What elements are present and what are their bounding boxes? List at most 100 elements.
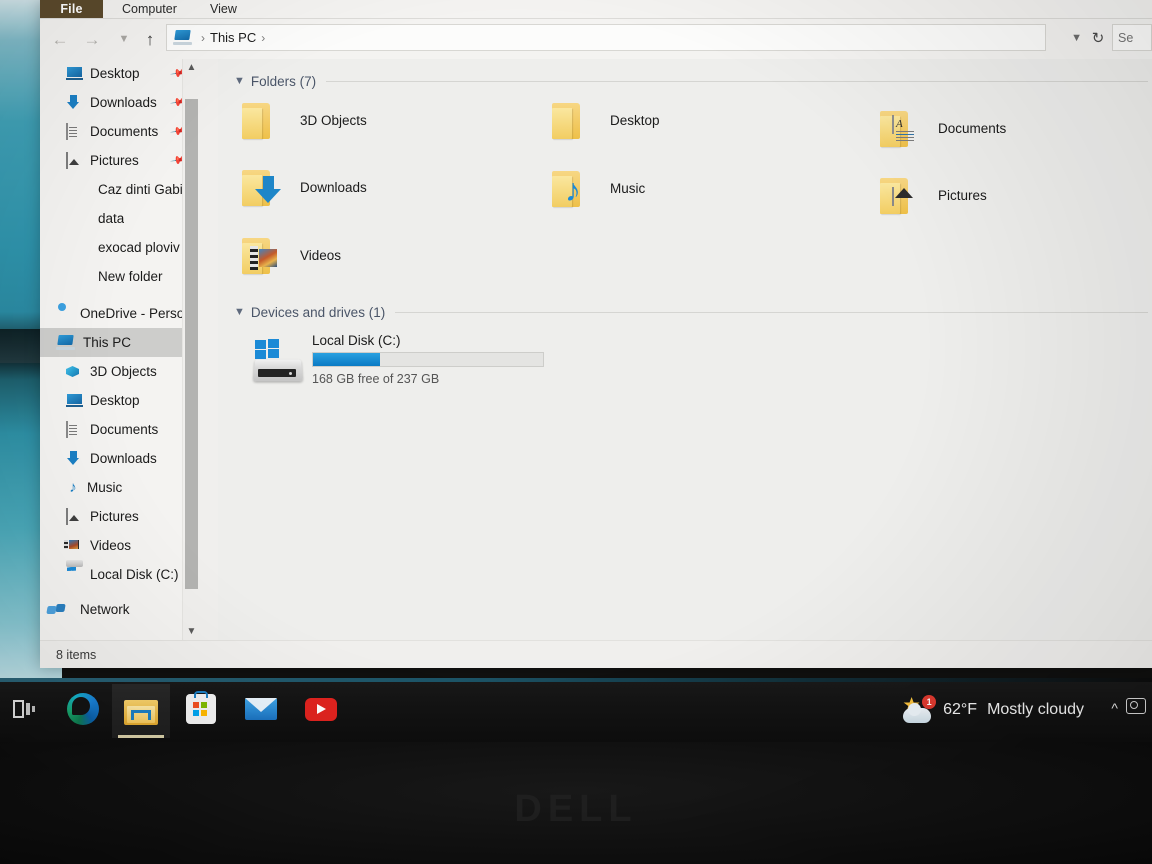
- folder-icon-downloads: [240, 166, 290, 208]
- task-view-icon: [13, 700, 37, 718]
- up-button[interactable]: ↑: [138, 27, 162, 51]
- laptop-screen-photo: File Computer View ← → ▼ ↑ › This PC › ▼…: [0, 0, 1152, 864]
- sidebar-item-caz-dinti-gabi[interactable]: Caz dinti Gabi: [40, 175, 200, 204]
- drive-capacity-bar: [312, 352, 544, 367]
- folder-tile-videos[interactable]: Videos: [240, 234, 341, 276]
- chevron-down-icon[interactable]: ▼: [183, 623, 200, 640]
- search-input-text: Se: [1118, 30, 1134, 45]
- folder-tile-label: Documents: [938, 120, 1007, 136]
- taskbar-weather-widget[interactable]: 1 62°F Mostly cloudy: [901, 692, 1084, 728]
- film-icon: [66, 538, 83, 553]
- folder-tile-desktop[interactable]: Desktop: [550, 99, 660, 141]
- ribbon-tab-computer[interactable]: Computer: [112, 0, 187, 18]
- navigation-pane-scrollbar[interactable]: ▲ ▼: [182, 59, 200, 640]
- sun-cloud-icon: 1: [901, 695, 937, 723]
- forward-button[interactable]: →: [80, 27, 104, 51]
- download-icon: [66, 451, 83, 466]
- microsoft-store-icon: [186, 691, 216, 724]
- chevron-up-icon[interactable]: ▲: [183, 59, 200, 76]
- breadcrumb-separator-1: ›: [201, 30, 205, 45]
- sidebar-item-network[interactable]: Network: [40, 595, 200, 624]
- folder-tile-pictures[interactable]: Pictures: [878, 174, 987, 216]
- recent-locations-button[interactable]: ▼: [112, 27, 136, 51]
- sidebar-item-label: Videos: [90, 538, 132, 553]
- weather-notification-badge: 1: [922, 695, 937, 709]
- sidebar-item-new-folder[interactable]: New folder: [40, 262, 200, 291]
- sidebar-item-downloads[interactable]: Downloads 📌: [40, 88, 200, 117]
- taskbar-button-mail[interactable]: [240, 688, 282, 730]
- document-icon: [66, 123, 83, 140]
- sidebar-item-music[interactable]: ♪ Music: [40, 473, 200, 502]
- camera-icon[interactable]: [1126, 698, 1146, 714]
- group-header-folders[interactable]: ▼ Folders (7): [234, 71, 1152, 91]
- disk-icon: [66, 560, 83, 582]
- sidebar-item-videos[interactable]: Videos: [40, 531, 200, 560]
- taskbar-button-file-explorer[interactable]: [112, 684, 170, 738]
- file-list-pane[interactable]: ▼ Folders (7) 3D Objects Desktop A Docum…: [218, 59, 1152, 640]
- drive-label: Local Disk (C:): [312, 333, 401, 348]
- folder-tile-downloads[interactable]: Downloads: [240, 166, 367, 208]
- sidebar-item-3d-objects[interactable]: 3D Objects: [40, 357, 200, 386]
- laptop-bezel: DELL: [0, 742, 1152, 864]
- breadcrumb-this-pc[interactable]: This PC: [210, 30, 256, 45]
- sidebar-item-label: Desktop: [90, 66, 140, 81]
- status-bar-item-count: 8 items: [56, 647, 97, 662]
- sidebar-item-pictures-pc[interactable]: Pictures: [40, 502, 200, 531]
- folder-icon-3d-objects: [240, 99, 290, 141]
- music-note-icon: ♪: [565, 172, 581, 208]
- document-file-icon: A: [892, 115, 914, 134]
- sidebar-item-label: New folder: [98, 269, 163, 284]
- status-bar: 8 items: [40, 640, 1152, 668]
- cube-icon: [66, 364, 83, 379]
- folder-tile-3d-objects[interactable]: 3D Objects: [240, 99, 367, 141]
- taskbar-button-edge[interactable]: [62, 688, 104, 730]
- sidebar-item-label: Desktop: [90, 393, 140, 408]
- folder-icon-music: ♪: [550, 167, 600, 209]
- address-bar[interactable]: › This PC ›: [166, 24, 1046, 51]
- folder-icon: [74, 211, 91, 226]
- dell-logo: DELL: [514, 788, 638, 830]
- group-header-devices-and-drives[interactable]: ▼ Devices and drives (1): [234, 302, 1152, 322]
- refresh-icon[interactable]: ↻: [1088, 28, 1108, 48]
- sidebar-item-label: This PC: [83, 335, 132, 350]
- folder-tile-label: Downloads: [300, 179, 367, 195]
- task-view-button[interactable]: [4, 688, 46, 730]
- sidebar-item-local-disk-c[interactable]: Local Disk (C:): [40, 560, 200, 589]
- sidebar-item-exocad-ploviv[interactable]: exocad ploviv: [40, 233, 200, 262]
- sidebar-item-desktop-pc[interactable]: Desktop: [40, 386, 200, 415]
- back-button[interactable]: ←: [48, 27, 72, 51]
- taskbar-button-microsoft-store[interactable]: [180, 688, 222, 730]
- ribbon-tab-view[interactable]: View: [200, 0, 247, 18]
- show-hidden-icons-button[interactable]: ^: [1111, 700, 1118, 716]
- sidebar-item-desktop[interactable]: Desktop 📌: [40, 59, 200, 88]
- group-separator: [395, 311, 1148, 313]
- sidebar-item-pictures[interactable]: Pictures 📌: [40, 146, 200, 175]
- sidebar-item-downloads-pc[interactable]: Downloads: [40, 444, 200, 473]
- music-note-icon: ♪: [69, 478, 77, 496]
- sidebar-item-label: Downloads: [90, 451, 157, 466]
- sidebar-item-label: Music: [87, 480, 123, 495]
- chevron-down-icon[interactable]: ▼: [234, 306, 245, 318]
- sidebar-item-onedrive[interactable]: OneDrive - Person: [40, 299, 200, 328]
- sidebar-item-documents[interactable]: Documents 📌: [40, 117, 200, 146]
- drive-tile-local-disk-c[interactable]: Local Disk (C:) 168 GB free of 237 GB: [252, 329, 544, 386]
- ribbon-tab-file[interactable]: File: [40, 0, 103, 18]
- sidebar-item-data[interactable]: data: [40, 204, 200, 233]
- sidebar-item-this-pc[interactable]: This PC: [40, 328, 200, 357]
- taskbar-button-youtube[interactable]: [300, 688, 342, 730]
- sidebar-item-label: Network: [80, 602, 130, 617]
- folder-tile-music[interactable]: ♪ Music: [550, 167, 645, 209]
- group-header-label: Folders (7): [250, 73, 317, 89]
- sidebar-item-documents-pc[interactable]: Documents: [40, 415, 200, 444]
- folder-tile-documents[interactable]: A Documents: [878, 107, 1006, 149]
- breadcrumb-separator-2[interactable]: ›: [261, 31, 265, 45]
- sidebar-item-label: OneDrive - Person: [80, 306, 192, 321]
- picture-icon: [66, 508, 83, 525]
- search-input[interactable]: Se: [1112, 24, 1152, 51]
- scrollbar-thumb[interactable]: [185, 99, 198, 589]
- onedrive-icon: [56, 306, 73, 321]
- folder-icon: [74, 269, 91, 284]
- chevron-down-icon[interactable]: ▼: [1071, 32, 1082, 44]
- sidebar-item-label: Downloads: [90, 95, 157, 110]
- chevron-down-icon[interactable]: ▼: [234, 75, 245, 87]
